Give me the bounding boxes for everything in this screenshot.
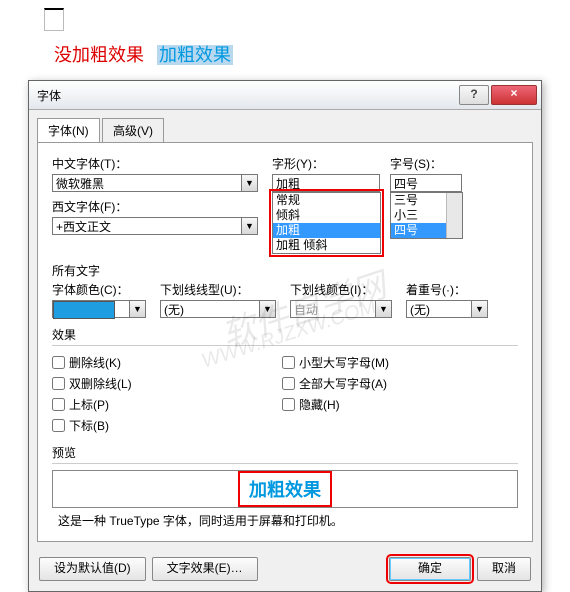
- set-default-button[interactable]: 设为默认值(D): [39, 557, 146, 581]
- tab-strip: 字体(N) 高级(V): [29, 110, 541, 143]
- color-swatch: [53, 301, 115, 319]
- label-color: 字体颜色(C)：: [52, 281, 146, 298]
- font-dialog: 字体 ? × 字体(N) 高级(V) 软件自学网 WWW.RJZXW.COM 中…: [28, 80, 542, 592]
- scrollbar[interactable]: [446, 193, 462, 238]
- west-font-input[interactable]: [52, 217, 242, 235]
- demo-not-bold: 没加粗效果: [54, 45, 144, 65]
- chevron-down-icon[interactable]: ▼: [130, 300, 146, 318]
- cancel-button[interactable]: 取消: [477, 557, 531, 581]
- label-alltext: 所有文字: [52, 262, 518, 279]
- underline-input[interactable]: [160, 300, 260, 318]
- underline-combo[interactable]: ▼: [160, 300, 276, 318]
- list-item[interactable]: 加粗 倾斜: [273, 238, 380, 253]
- chevron-down-icon[interactable]: ▼: [260, 300, 276, 318]
- list-item[interactable]: 加粗: [273, 223, 380, 238]
- close-button[interactable]: ×: [491, 85, 537, 105]
- tab-advanced[interactable]: 高级(V): [102, 118, 164, 143]
- divider: [52, 345, 518, 346]
- button-row: 设为默认值(D) 文字效果(E)… 确定 取消: [29, 551, 541, 591]
- size-list[interactable]: 三号 小三 四号: [390, 192, 463, 239]
- chk-smallcaps[interactable]: 小型大写字母(M): [282, 354, 389, 371]
- chk-allcaps[interactable]: 全部大写字母(A): [282, 375, 389, 392]
- style-list[interactable]: 常规 倾斜 加粗 加粗 倾斜: [272, 192, 381, 254]
- list-item[interactable]: 倾斜: [273, 208, 380, 223]
- emph-combo[interactable]: ▼: [406, 300, 488, 318]
- chk-sup[interactable]: 上标(P): [52, 396, 272, 413]
- preview-note: 这是一种 TrueType 字体，同时适用于屏幕和打印机。: [58, 512, 518, 529]
- demo-bold: 加粗效果: [157, 45, 233, 65]
- dialog-title: 字体: [37, 87, 459, 104]
- list-item[interactable]: 常规: [273, 193, 380, 208]
- cursor-marker: [44, 8, 64, 31]
- ulcolor-combo[interactable]: ▼: [290, 300, 392, 318]
- label-preview: 预览: [52, 444, 518, 461]
- emph-input[interactable]: [406, 300, 472, 318]
- text-effects-button[interactable]: 文字效果(E)…: [152, 557, 258, 581]
- chk-sub[interactable]: 下标(B): [52, 417, 272, 434]
- label-underline: 下划线线型(U)：: [160, 281, 276, 298]
- chevron-down-icon: ▼: [376, 300, 392, 318]
- label-ulcolor: 下划线颜色(I)：: [290, 281, 392, 298]
- ulcolor-input: [290, 300, 376, 318]
- preview-text: 加粗效果: [241, 474, 329, 504]
- chk-hidden[interactable]: 隐藏(H): [282, 396, 389, 413]
- color-combo[interactable]: ▼: [52, 300, 146, 318]
- label-cn-font: 中文字体(T)：: [52, 155, 262, 172]
- tab-body: 软件自学网 WWW.RJZXW.COM 中文字体(T)： ▼ 西文字体(F)： …: [37, 142, 533, 542]
- demo-text: 没加粗效果 加粗效果: [54, 41, 570, 67]
- label-west-font: 西文字体(F)：: [52, 198, 262, 215]
- chk-strike[interactable]: 删除线(K): [52, 354, 272, 371]
- chevron-down-icon[interactable]: ▼: [242, 174, 258, 192]
- ok-button[interactable]: 确定: [389, 557, 471, 581]
- cn-font-input[interactable]: [52, 174, 242, 192]
- label-emph: 着重号(·)：: [406, 281, 488, 298]
- chevron-down-icon[interactable]: ▼: [472, 300, 488, 318]
- chevron-down-icon[interactable]: ▼: [242, 217, 258, 235]
- help-button[interactable]: ?: [459, 85, 489, 105]
- divider: [52, 463, 518, 464]
- label-effects: 效果: [52, 326, 518, 343]
- cn-font-combo[interactable]: ▼: [52, 174, 262, 192]
- size-input[interactable]: [390, 174, 462, 192]
- west-font-combo[interactable]: ▼: [52, 217, 262, 235]
- label-style: 字形(Y)：: [272, 155, 380, 172]
- label-size: 字号(S)：: [390, 155, 480, 172]
- style-input[interactable]: [272, 174, 380, 192]
- tab-font[interactable]: 字体(N): [37, 118, 100, 142]
- titlebar[interactable]: 字体 ? ×: [29, 81, 541, 110]
- chk-dstrike[interactable]: 双删除线(L): [52, 375, 272, 392]
- preview-box: 加粗效果: [52, 470, 518, 508]
